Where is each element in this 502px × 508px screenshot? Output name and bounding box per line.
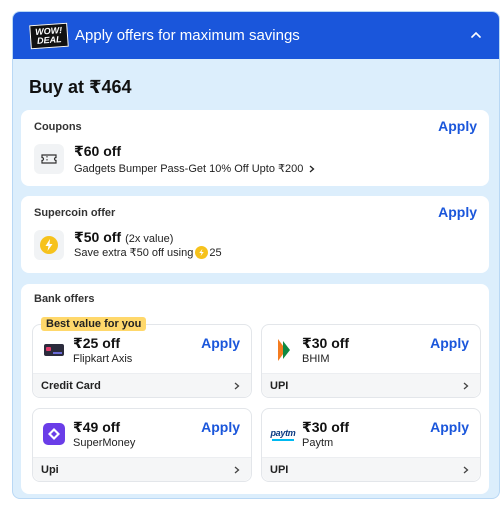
offer-apply-button[interactable]: Apply bbox=[430, 419, 469, 435]
offer-name: Paytm bbox=[302, 437, 334, 449]
offers-header[interactable]: WOW! DEAL Apply offers for maximum savin… bbox=[13, 12, 499, 59]
supercoin-apply-button[interactable]: Apply bbox=[438, 204, 477, 220]
bank-offer-flipkart-axis[interactable]: Best value for you ₹25 off Flipkart Axis… bbox=[32, 317, 252, 398]
coupons-card: Coupons Apply ₹60 off Gadgets Bumper Pas… bbox=[21, 110, 489, 186]
best-value-badge: Best value for you bbox=[41, 317, 147, 331]
offer-apply-button[interactable]: Apply bbox=[430, 335, 469, 351]
offer-footer[interactable]: Upi bbox=[33, 457, 251, 481]
coupon-amount: ₹60 off bbox=[74, 143, 122, 159]
bank-offers-title: Bank offers bbox=[34, 293, 95, 305]
offer-name: Flipkart Axis bbox=[73, 353, 133, 365]
lightning-coin-icon bbox=[34, 230, 64, 260]
offer-footer-label: UPI bbox=[270, 463, 289, 476]
chevron-right-icon bbox=[309, 165, 315, 172]
bank-offer-paytm[interactable]: paytm ₹30 off Paytm Apply UPI bbox=[261, 408, 481, 482]
offer-footer[interactable]: UPI bbox=[262, 457, 480, 481]
chevron-right-icon bbox=[234, 466, 240, 473]
supercoin-amount: ₹50 off bbox=[74, 229, 122, 245]
offer-amount: ₹30 off bbox=[302, 335, 350, 351]
paytm-logo: paytm bbox=[270, 421, 296, 447]
chevron-right-icon bbox=[463, 382, 469, 389]
offer-footer[interactable]: UPI bbox=[262, 373, 480, 397]
bank-offer-bhim[interactable]: ₹30 off BHIM Apply UPI bbox=[261, 324, 481, 398]
supercoin-description-row: Save extra ₹50 off using 25 bbox=[74, 246, 222, 259]
offer-footer-label: Credit Card bbox=[41, 379, 101, 392]
offer-apply-button[interactable]: Apply bbox=[201, 419, 240, 435]
offer-amount: ₹49 off bbox=[73, 419, 121, 435]
paytm-logo-text: paytm bbox=[270, 427, 296, 438]
bank-offer-supermoney[interactable]: ₹49 off SuperMoney Apply Upi bbox=[32, 408, 252, 482]
chevron-right-icon bbox=[234, 382, 240, 389]
supercoin-amount-note: (2x value) bbox=[125, 233, 174, 245]
offer-footer-label: UPI bbox=[270, 379, 289, 392]
supercoin-title: Supercoin offer bbox=[34, 207, 116, 219]
coupon-description-row[interactable]: Gadgets Bumper Pass-Get 10% Off Upto ₹20… bbox=[74, 162, 315, 175]
supercoin-amount-row: ₹50 off (2x value) bbox=[74, 229, 173, 246]
wow-badge-line2: DEAL bbox=[36, 33, 62, 46]
supercoin-count: 25 bbox=[209, 246, 222, 259]
offer-amount: ₹25 off bbox=[73, 335, 121, 351]
offer-name: SuperMoney bbox=[73, 437, 136, 449]
flipkart-axis-card-icon bbox=[41, 337, 67, 363]
ticket-icon bbox=[34, 144, 64, 174]
offer-apply-button[interactable]: Apply bbox=[201, 335, 240, 351]
supercoin-description: Save extra ₹50 off using bbox=[74, 247, 194, 259]
offer-name: BHIM bbox=[302, 353, 330, 365]
chevron-up-icon[interactable] bbox=[471, 30, 481, 40]
supercoin-card: Supercoin offer Apply ₹50 off (2x value) … bbox=[21, 196, 489, 273]
supermoney-logo bbox=[41, 421, 67, 447]
offers-panel: WOW! DEAL Apply offers for maximum savin… bbox=[12, 11, 500, 499]
coupons-apply-button[interactable]: Apply bbox=[438, 118, 477, 134]
offer-footer-label: Upi bbox=[41, 463, 59, 476]
wow-deal-logo: WOW! DEAL bbox=[29, 22, 69, 49]
offer-footer[interactable]: Credit Card bbox=[33, 373, 251, 397]
header-title: Apply offers for maximum savings bbox=[75, 27, 300, 44]
bank-offers-card: Bank offers Best value for you ₹25 off F… bbox=[21, 284, 489, 494]
bhim-logo bbox=[270, 337, 296, 363]
chevron-right-icon bbox=[463, 466, 469, 473]
coupons-title: Coupons bbox=[34, 121, 82, 133]
buy-at-price: Buy at ₹464 bbox=[29, 77, 132, 97]
supercoin-icon bbox=[195, 246, 209, 259]
offer-amount: ₹30 off bbox=[302, 419, 350, 435]
coupon-description: Gadgets Bumper Pass-Get 10% Off Upto ₹20… bbox=[74, 163, 304, 175]
